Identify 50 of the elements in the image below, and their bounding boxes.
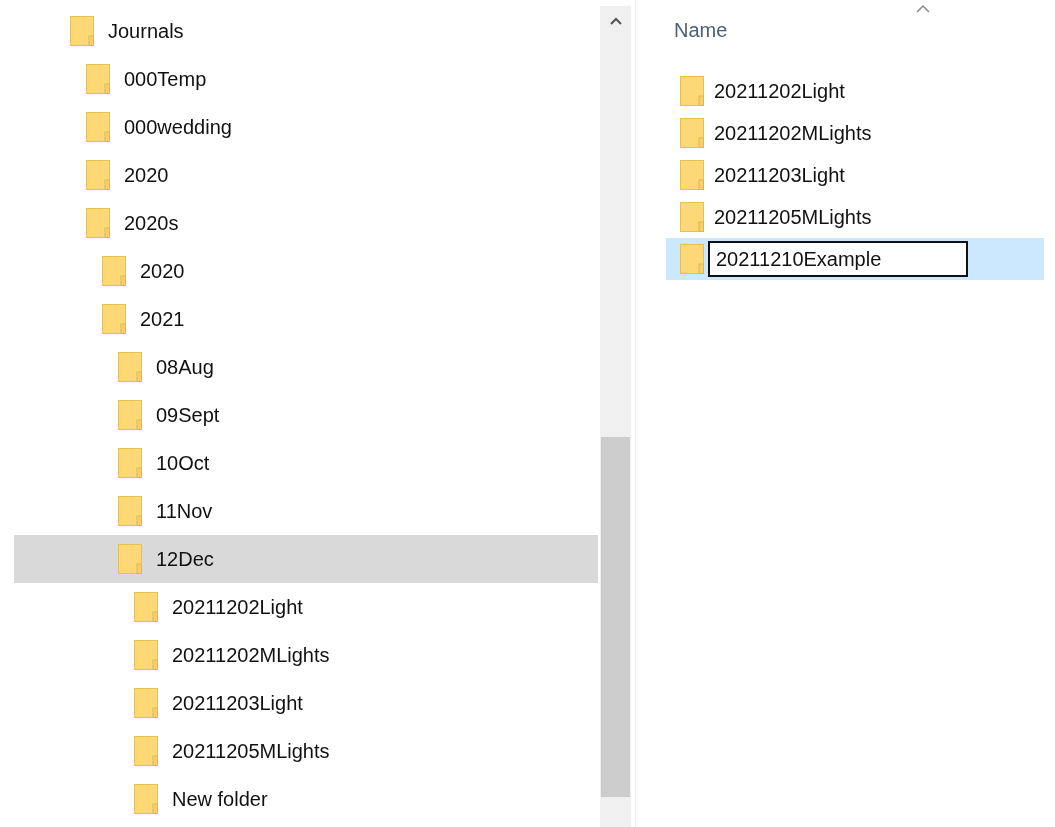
tree-item[interactable]: 08Aug	[14, 343, 598, 391]
folder-icon	[86, 112, 110, 142]
file-item[interactable]: 20211210Example	[666, 238, 1044, 280]
rename-field[interactable]: 20211210Example	[708, 241, 968, 277]
sort-caret-icon	[915, 4, 931, 14]
folder-icon	[680, 244, 704, 274]
file-item[interactable]: 20211203Light	[666, 154, 1044, 196]
folder-icon	[118, 448, 142, 478]
folder-icon	[102, 256, 126, 286]
tree-item[interactable]: 20211202MLights	[14, 631, 598, 679]
folder-icon	[134, 688, 158, 718]
tree-item[interactable]: 000Temp	[14, 55, 598, 103]
folder-icon	[86, 160, 110, 190]
folder-icon	[134, 784, 158, 814]
file-item[interactable]: 20211202Light	[666, 70, 1044, 112]
folder-icon	[102, 304, 126, 334]
tree-item[interactable]: 2020	[14, 151, 598, 199]
tree-item[interactable]: 2020s	[14, 199, 598, 247]
folder-icon	[118, 544, 142, 574]
folder-icon	[86, 64, 110, 94]
folder-icon	[680, 202, 704, 232]
column-header[interactable]: Name	[674, 19, 728, 49]
tree-item[interactable]: 12Dec	[14, 535, 598, 583]
folder-icon	[86, 208, 110, 238]
file-item[interactable]: 20211202MLights	[666, 112, 1044, 154]
scroll-up-icon[interactable]	[609, 16, 623, 26]
tree-item[interactable]: 2020	[14, 247, 598, 295]
tree-item[interactable]: 10Oct	[14, 439, 598, 487]
folder-icon	[118, 496, 142, 526]
tree-item[interactable]: 09Sept	[14, 391, 598, 439]
scrollbar[interactable]	[600, 6, 631, 827]
folder-icon	[134, 736, 158, 766]
folder-icon	[118, 352, 142, 382]
file-item[interactable]: 20211205MLights	[666, 196, 1044, 238]
folder-icon	[680, 118, 704, 148]
tree-item[interactable]: New folder	[14, 775, 598, 823]
folder-icon	[134, 640, 158, 670]
tree-item[interactable]: 20211203Light	[14, 679, 598, 727]
tree-item[interactable]: 2021	[14, 295, 598, 343]
folder-icon	[118, 400, 142, 430]
tree-item[interactable]: 20211205MLights	[14, 727, 598, 775]
tree-item[interactable]: Journals	[14, 7, 598, 55]
tree-item[interactable]: 000wedding	[14, 103, 598, 151]
folder-icon	[70, 16, 94, 46]
folder-icon	[680, 160, 704, 190]
tree-item[interactable]: 20211202Light	[14, 583, 598, 631]
folder-icon	[680, 76, 704, 106]
scrollbar-thumb[interactable]	[601, 437, 630, 797]
folder-icon	[134, 592, 158, 622]
tree-item[interactable]: 11Nov	[14, 487, 598, 535]
